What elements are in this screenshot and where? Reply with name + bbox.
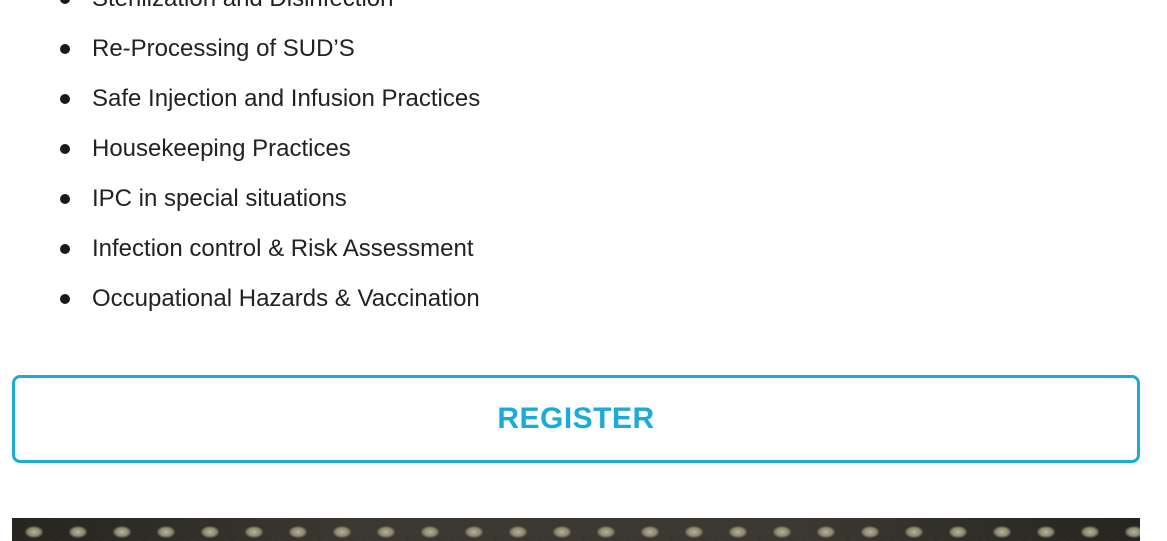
topic-label: Safe Injection and Infusion Practices [92,85,481,112]
topic-label: Infection control & Risk Assessment [92,235,474,262]
list-item: Housekeeping Practices [0,124,480,174]
bullet-icon [60,244,70,254]
list-item: Occupational Hazards & Vaccination [0,274,480,324]
list-item: Sterilization and Disinfection [0,0,480,24]
topic-label: Occupational Hazards & Vaccination [92,285,480,312]
bullet-icon [60,194,70,204]
topic-label: Sterilization and Disinfection [92,0,394,12]
list-item: Re-Processing of SUD’S [0,24,480,74]
list-item: Infection control & Risk Assessment [0,224,480,274]
page: Sterilization and Disinfection Re-Proces… [0,0,1167,541]
topic-label: Housekeeping Practices [92,135,351,162]
bullet-icon [60,94,70,104]
list-item: Safe Injection and Infusion Practices [0,74,480,124]
register-button[interactable]: REGISTER [12,375,1140,463]
topic-list: Sterilization and Disinfection Re-Proces… [0,0,480,324]
bullet-icon [60,44,70,54]
topic-label: Re-Processing of SUD’S [92,35,355,62]
bullet-icon [60,0,70,4]
bullet-icon [60,294,70,304]
list-item: IPC in special situations [0,174,480,224]
topic-label: IPC in special situations [92,185,347,212]
footer-damask-banner [12,518,1140,541]
bullet-icon [60,144,70,154]
